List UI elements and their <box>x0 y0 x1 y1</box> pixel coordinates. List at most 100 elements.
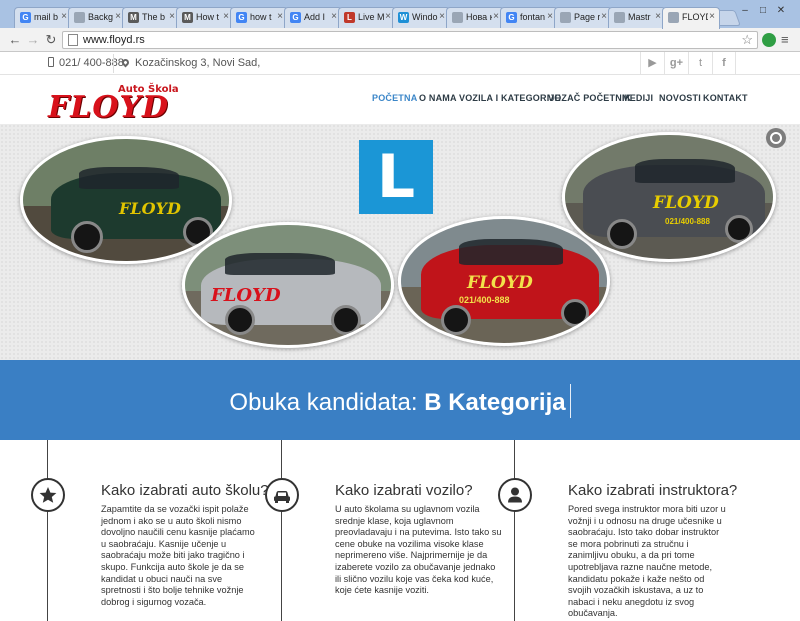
menu-icon[interactable]: ≡ <box>781 32 789 47</box>
close-icon[interactable]: × <box>547 11 553 22</box>
close-icon[interactable]: × <box>223 11 229 22</box>
page-icon <box>452 12 463 23</box>
close-icon[interactable]: × <box>493 11 499 22</box>
nav-item-mediji[interactable]: MEDIJI <box>622 93 653 103</box>
car-phone-label: 021/400-888 <box>665 217 710 226</box>
browser-tab[interactable]: Нова кар× <box>446 7 504 28</box>
nav-item-novosti[interactable]: NOVOSTI <box>659 93 701 103</box>
browser-tab[interactable]: Page r × <box>554 7 612 28</box>
close-icon[interactable]: × <box>709 11 715 22</box>
google-icon: G <box>506 12 517 23</box>
mail-icon: M <box>182 12 193 23</box>
browser-tab[interactable]: L Live M × <box>338 7 396 28</box>
live-icon: L <box>344 12 355 23</box>
divider <box>113 54 114 73</box>
browser-tab[interactable]: M The b × <box>122 7 180 28</box>
google-icon: G <box>236 12 247 23</box>
feature-title: Kako izabrati auto školu? <box>101 482 269 499</box>
car-label: FLOYD <box>119 199 181 218</box>
star-icon <box>31 478 65 512</box>
browser-tab[interactable]: Backg × <box>68 7 126 28</box>
logo[interactable]: Auto Škola FLOYD <box>48 84 193 125</box>
typing-caret <box>569 384 571 418</box>
browser-tab[interactable]: W Windo × <box>392 7 450 28</box>
browser-toolbar: ← → ↻ www.floyd.rs ☆ ≡ <box>0 28 800 52</box>
google-icon: G <box>290 12 301 23</box>
car-label: FLOYD <box>653 193 719 213</box>
bookmark-star-icon[interactable]: ☆ <box>741 32 753 48</box>
window-controls: – □ ✕ <box>736 0 796 16</box>
user-icon <box>498 478 532 512</box>
forward-icon[interactable]: → <box>24 31 42 49</box>
banner-heading: Obuka kandidata: B Kategorija <box>0 384 800 418</box>
car-photo: FLOYD <box>182 222 394 348</box>
close-icon[interactable]: × <box>277 11 283 22</box>
category-highlight: B Kategorija <box>424 389 566 416</box>
mail-icon: M <box>128 12 139 23</box>
phone-icon <box>48 57 54 67</box>
nav-item-kontakt[interactable]: KONTAKT <box>703 93 748 103</box>
car-label: FLOYD <box>211 285 281 306</box>
learner-letter: L <box>376 142 416 212</box>
page-icon <box>68 34 78 46</box>
car-label: FLOYD <box>467 273 533 293</box>
nav-item-vozac-pocetnik[interactable]: VOZAČ POČETNIK <box>548 93 631 103</box>
close-icon[interactable]: × <box>439 11 445 22</box>
nav-item-pocetna[interactable]: POČETNA <box>372 93 417 103</box>
feature-title: Kako izabrati vozilo? <box>335 482 473 499</box>
feature-text: Pored svega instruktor mora biti uzor u … <box>568 504 726 619</box>
reload-icon[interactable]: ↻ <box>42 31 60 49</box>
facebook-icon[interactable]: f <box>712 52 736 75</box>
browser-tab[interactable]: Gfontan × <box>500 7 558 28</box>
nav-item-o-nama[interactable]: O NAMA <box>419 93 457 103</box>
car-photo: FLOYD 021/400-888 <box>562 132 776 262</box>
hero-slider: FLOYD FLOYD L FLOYD 021/400-888 FLOYD 02… <box>0 124 800 360</box>
features-section: Kako izabrati auto školu? Zapamtite da s… <box>0 440 800 621</box>
feature-text: Zapamtite da se vozački ispit polaže jed… <box>101 504 255 607</box>
category-banner: Obuka kandidata: B Kategorija <box>0 360 800 440</box>
back-icon[interactable]: ← <box>6 31 24 49</box>
phone-number: 021/ 400-888 <box>59 57 124 69</box>
twitter-icon[interactable]: t <box>688 52 712 75</box>
learner-sign: L <box>359 140 433 214</box>
minimize-icon[interactable]: – <box>736 5 754 21</box>
car-icon <box>265 478 299 512</box>
close-icon[interactable]: × <box>331 11 337 22</box>
close-icon[interactable]: × <box>385 11 391 22</box>
feature-title: Kako izabrati instruktora? <box>568 482 738 499</box>
extension-icon[interactable] <box>762 33 776 47</box>
page-icon <box>614 12 625 23</box>
windows-icon: W <box>398 12 409 23</box>
site-header: Auto Škola FLOYD POČETNA O NAMA VOZILA I… <box>0 76 800 125</box>
url-text: www.floyd.rs <box>83 34 145 46</box>
page-icon <box>560 12 571 23</box>
close-icon[interactable]: × <box>169 11 175 22</box>
nav-item-vozila[interactable]: VOZILA I KATEGORIJE <box>459 93 561 103</box>
browser-tab[interactable]: Ghow t × <box>230 7 288 28</box>
browser-tab[interactable]: G Add I × <box>284 7 342 28</box>
maximize-icon[interactable]: □ <box>754 5 772 21</box>
google-icon: G <box>20 12 31 23</box>
close-icon[interactable]: × <box>61 11 67 22</box>
tab-strip: Gmail b × Backg × M The b × M How t × Ghow t × … <box>0 0 800 29</box>
google-plus-icon[interactable]: g+ <box>664 52 688 75</box>
address-info: Kozačinskog 3, Novi Sad, <box>120 57 261 69</box>
address-bar[interactable]: www.floyd.rs ☆ <box>62 31 758 49</box>
location-pin-icon <box>120 57 131 68</box>
address-text: Kozačinskog 3, Novi Sad, <box>135 57 261 69</box>
browser-tab[interactable]: Gmail b × <box>14 7 72 28</box>
logo-name: FLOYD <box>48 90 169 125</box>
feature-text: U auto školama su uglavnom vozila srednj… <box>335 504 502 596</box>
close-icon[interactable]: × <box>115 11 121 22</box>
page-icon <box>74 12 85 23</box>
youtube-icon[interactable]: ▶ <box>640 52 664 75</box>
close-window-icon[interactable]: ✕ <box>772 5 790 21</box>
browser-tab[interactable]: Mastr × <box>608 7 666 28</box>
page-icon <box>668 12 679 23</box>
close-icon[interactable]: × <box>655 11 661 22</box>
browser-tab-active[interactable]: FLOYD× <box>662 7 720 29</box>
close-icon[interactable]: × <box>601 11 607 22</box>
browser-tab[interactable]: M How t × <box>176 7 234 28</box>
car-phone-label: 021/400-888 <box>459 295 510 305</box>
website-viewport: 021/ 400-888 Kozačinskog 3, Novi Sad, ▶ … <box>0 52 800 621</box>
